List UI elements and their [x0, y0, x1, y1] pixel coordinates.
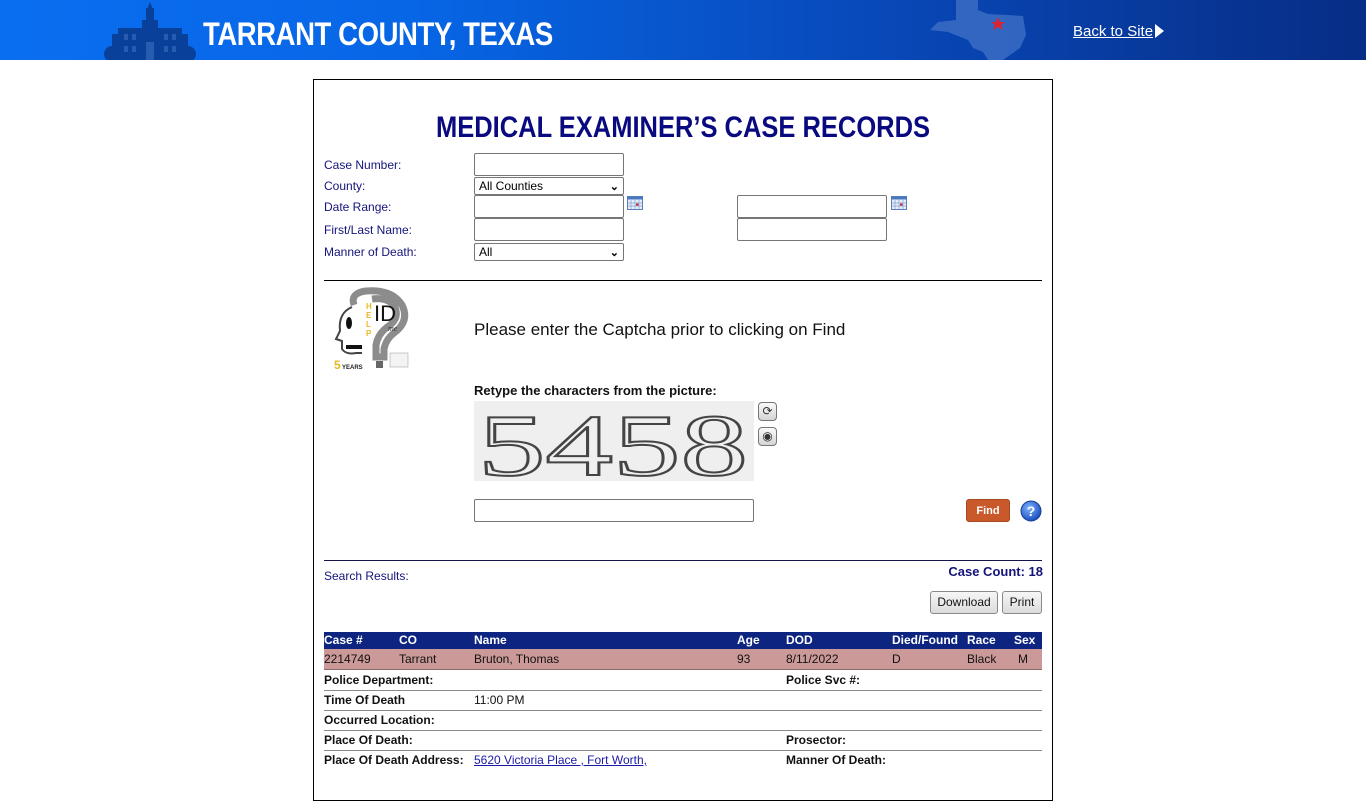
refresh-captcha-button[interactable]: ⟳	[758, 402, 777, 421]
cell-died-found: D	[892, 652, 901, 666]
date-range-label: Date Range:	[324, 200, 392, 214]
captcha-input[interactable]	[474, 499, 754, 522]
place-of-death-address-label: Place Of Death Address:	[324, 753, 464, 767]
cell-race: Black	[967, 652, 997, 666]
prosector-label: Prosector:	[786, 733, 847, 747]
county-select[interactable]: All Counties ⌄	[474, 177, 624, 195]
detail-row: Police Department: Police Svc #:	[324, 670, 1042, 691]
column-header-dod[interactable]: DOD	[786, 632, 813, 649]
table-row[interactable]: 2214749 Tarrant Bruton, Thomas 93 8/11/2…	[324, 649, 1042, 670]
case-number-input[interactable]	[474, 153, 624, 176]
svg-text:YEARS: YEARS	[342, 365, 363, 371]
county-selected-value: All Counties	[479, 179, 544, 193]
cell-name: Bruton, Thomas	[474, 652, 560, 666]
cell-dod: 8/11/2022	[786, 652, 839, 666]
manner-selected-value: All	[479, 245, 493, 259]
refresh-icon: ⟳	[762, 404, 773, 418]
manner-of-death-label: Manner of Death:	[324, 245, 417, 259]
help-icon[interactable]: ?	[1020, 500, 1042, 522]
texas-map-icon	[930, 0, 1026, 60]
svg-text:H: H	[366, 302, 372, 311]
captcha-label: Retype the characters from the picture:	[474, 383, 717, 398]
cell-sex: M	[1018, 652, 1028, 666]
site-title: TARRANT COUNTY, TEXAS	[203, 16, 553, 52]
courthouse-icon	[104, 2, 196, 60]
captcha-image: 5458	[474, 401, 754, 481]
detail-row: Occurred Location:	[324, 710, 1042, 731]
name-label: First/Last Name:	[324, 223, 413, 237]
column-header-died-found[interactable]: Died/Found	[892, 632, 958, 649]
print-button[interactable]: Print	[1002, 591, 1042, 614]
help-id-me-logo: H E L P ID me 5 YEARS	[334, 287, 409, 372]
svg-text:5458: 5458	[478, 401, 748, 481]
column-header-name[interactable]: Name	[474, 632, 507, 649]
manner-of-death-detail-label: Manner Of Death:	[786, 753, 887, 767]
speaker-icon: ◉	[762, 429, 773, 443]
captcha-instruction: Please enter the Captcha prior to clicki…	[474, 320, 846, 339]
first-name-input[interactable]	[474, 218, 624, 241]
search-results-label: Search Results:	[324, 569, 409, 583]
chevron-down-icon: ⌄	[609, 181, 619, 193]
site-header: TARRANT COUNTY, TEXAS Back to Site	[0, 0, 1366, 60]
svg-text:ID: ID	[374, 301, 396, 326]
calendar-icon[interactable]	[891, 195, 907, 210]
calendar-icon[interactable]	[627, 195, 643, 210]
cell-county: Tarrant	[399, 652, 437, 666]
svg-text:E: E	[366, 311, 372, 320]
svg-text:me: me	[388, 324, 398, 333]
svg-text:P: P	[366, 329, 372, 338]
case-records-panel: MEDICAL EXAMINER’S CASE RECORDS Case Num…	[313, 79, 1053, 801]
place-of-death-label: Place Of Death:	[324, 733, 413, 747]
date-to-input[interactable]	[737, 195, 887, 218]
time-of-death-value: 11:00 PM	[474, 693, 525, 707]
svg-text:?: ?	[1027, 503, 1036, 519]
occurred-location-label: Occurred Location:	[324, 713, 435, 727]
find-button[interactable]: Find	[966, 499, 1010, 522]
column-header-race[interactable]: Race	[967, 632, 996, 649]
last-name-input[interactable]	[737, 218, 887, 241]
county-label: County:	[324, 179, 366, 193]
arrow-right-icon	[1155, 24, 1164, 38]
police-department-label: Police Department:	[324, 673, 434, 687]
case-number-label: Case Number:	[324, 158, 402, 172]
svg-text:L: L	[366, 320, 371, 329]
column-header-county[interactable]: CO	[399, 632, 417, 649]
page-title: MEDICAL EXAMINER’S CASE RECORDS	[435, 111, 931, 144]
back-to-site-link[interactable]: Back to Site	[1073, 23, 1153, 40]
divider	[324, 280, 1042, 281]
detail-row: Place Of Death Address: 5620 Victoria Pl…	[324, 750, 1042, 770]
detail-row: Time Of Death 11:00 PM	[324, 690, 1042, 711]
chevron-down-icon: ⌄	[609, 247, 619, 259]
audio-captcha-button[interactable]: ◉	[758, 427, 777, 446]
column-header-case-number[interactable]: Case #	[324, 632, 363, 649]
results-table-header: Case # CO Name Age DOD Died/Found Race S…	[324, 632, 1042, 649]
time-of-death-label: Time Of Death	[324, 693, 406, 707]
police-svc-label: Police Svc #:	[786, 673, 861, 687]
column-header-age[interactable]: Age	[737, 632, 760, 649]
detail-row: Place Of Death: Prosector:	[324, 730, 1042, 751]
svg-text:5: 5	[334, 358, 341, 372]
place-of-death-address-link[interactable]: 5620 Victoria Place , Fort Worth,	[474, 753, 647, 767]
cell-case-number: 2214749	[324, 652, 371, 666]
column-header-sex[interactable]: Sex	[1014, 632, 1035, 649]
case-count: Case Count: 18	[948, 564, 1043, 579]
cell-age: 93	[737, 652, 751, 666]
date-from-input[interactable]	[474, 195, 624, 218]
manner-of-death-select[interactable]: All ⌄	[474, 243, 624, 261]
download-button[interactable]: Download	[930, 591, 998, 614]
divider	[324, 560, 1042, 561]
